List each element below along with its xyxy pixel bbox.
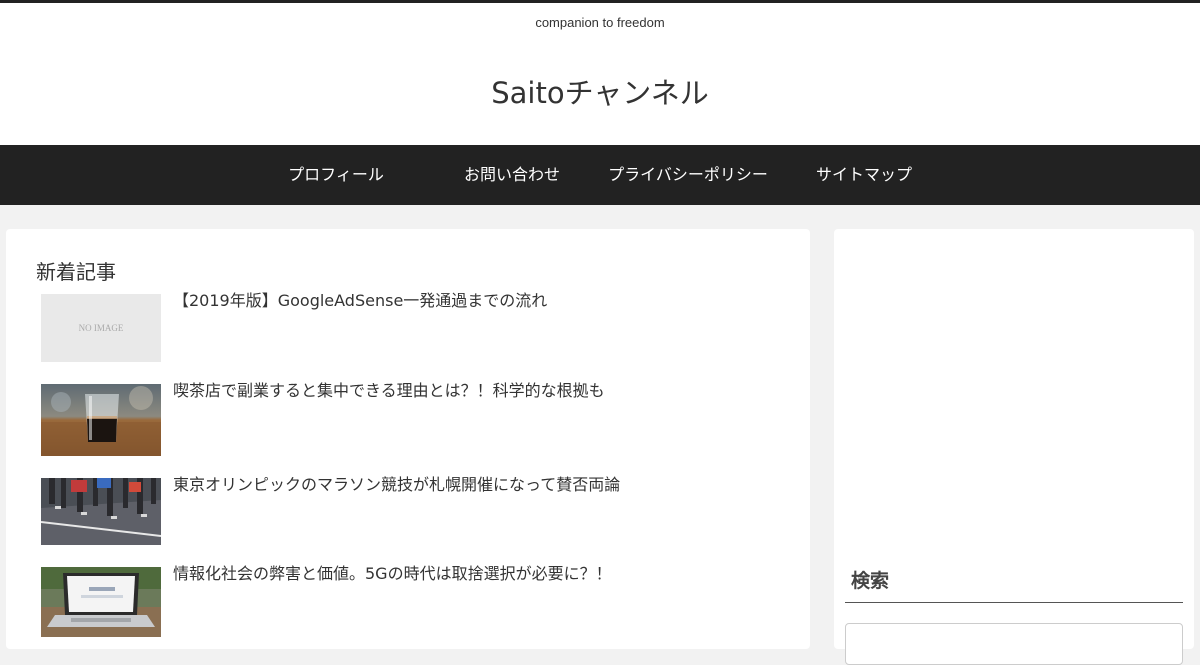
marathon-runners-image <box>41 478 161 545</box>
widget-heading-underline <box>845 602 1183 603</box>
site-title-link[interactable]: Saitoチャンネル <box>0 70 1200 112</box>
site-tagline: companion to freedom <box>535 15 665 30</box>
nav-item-contact[interactable]: お問い合わせ <box>424 145 600 205</box>
article-card[interactable]: NO IMAGE 【2019年版】GoogleAdSense一発通過までの流れ <box>41 291 781 362</box>
nav-item-sitemap[interactable]: サイトマップ <box>776 145 952 205</box>
site-header: companion to freedom Saitoチャンネル <box>0 3 1200 145</box>
nav-item-privacy-policy[interactable]: プライバシーポリシー <box>600 145 776 205</box>
article-title[interactable]: 東京オリンピックのマラソン競技が札幌開催になって賛否両論 <box>173 475 620 495</box>
article-title[interactable]: 情報化社会の弊害と価値。5Gの時代は取捨選択が必要に？！ <box>173 564 612 584</box>
search-widget-heading: 検索 <box>851 570 890 592</box>
global-navigation: プロフィール お問い合わせ プライバシーポリシー サイトマップ <box>0 145 1200 205</box>
article-title[interactable]: 喫茶店で副業すると集中できる理由とは？！科学的な根拠も <box>173 381 605 401</box>
article-card[interactable]: 情報化社会の弊害と価値。5Gの時代は取捨選択が必要に？！ <box>41 564 781 637</box>
main-content: 新着記事 NO IMAGE 【2019年版】GoogleAdSense一発通過ま… <box>6 229 810 649</box>
article-card[interactable]: 喫茶店で副業すると集中できる理由とは？！科学的な根拠も <box>41 381 781 456</box>
article-card[interactable]: 東京オリンピックのマラソン競技が札幌開催になって賛否両論 <box>41 475 781 545</box>
no-image-label: NO IMAGE <box>78 323 124 333</box>
article-thumbnail-coffee <box>41 384 161 456</box>
article-thumbnail-no-image: NO IMAGE <box>41 294 161 362</box>
nav-item-profile[interactable]: プロフィール <box>248 145 424 205</box>
article-thumbnail-laptop <box>41 567 161 637</box>
coffee-glass-image <box>41 384 161 456</box>
article-thumbnail-marathon <box>41 478 161 545</box>
article-title[interactable]: 【2019年版】GoogleAdSense一発通過までの流れ <box>173 291 547 311</box>
laptop-image <box>41 567 161 637</box>
sidebar: 検索 <box>834 229 1194 665</box>
search-input[interactable] <box>845 623 1183 665</box>
new-articles-heading: 新着記事 <box>36 260 116 284</box>
